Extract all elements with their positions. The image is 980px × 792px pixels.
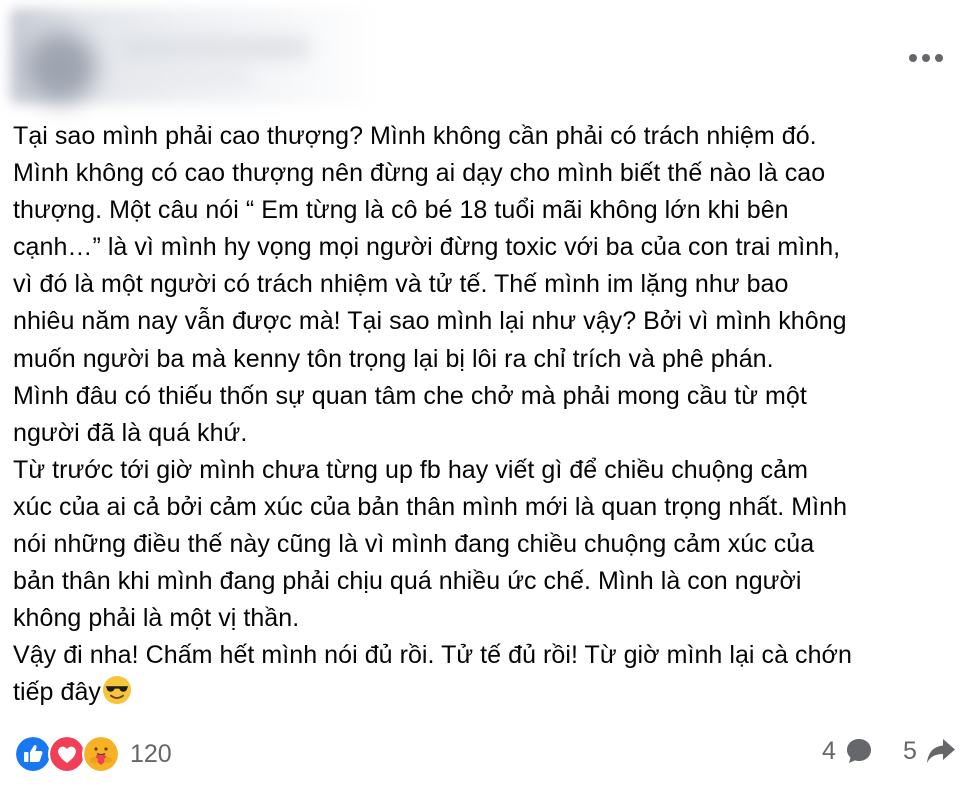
like-icon — [14, 735, 52, 773]
comment-count: 4 — [822, 736, 836, 765]
post-header — [0, 0, 980, 110]
post-line: bản thân khi mình đang phải chịu quá nhi… — [13, 567, 802, 596]
blurred-author-info — [10, 8, 380, 104]
post-line: Mình đâu có thiếu thốn sự quan tâm che c… — [13, 381, 807, 410]
post-footer: 120 4 5 — [0, 730, 980, 780]
sunglasses-emoji-icon — [102, 676, 132, 705]
post-line: xúc của ai cả bởi cảm xúc của bản thân m… — [13, 492, 848, 521]
post-timestamp-redacted — [120, 70, 250, 84]
post-line: cạnh…” là vì mình hy vọng mọi người đừng… — [13, 233, 841, 262]
comment-bubble-icon — [846, 739, 871, 763]
post-line: người đã là quá khứ. — [13, 418, 248, 447]
ellipsis-horizontal-icon — [909, 54, 917, 62]
post-line: Tại sao mình phải cao thượng? Mình không… — [13, 122, 817, 150]
share-arrow-icon — [926, 739, 955, 763]
comments-count-button[interactable]: 4 — [822, 736, 874, 766]
post-line: tiếp đây — [13, 678, 101, 707]
author-name-redacted[interactable] — [120, 38, 310, 58]
post-line: Từ trước tới giờ mình chưa từng up fb ha… — [13, 455, 808, 484]
reactions-summary[interactable]: 120 — [14, 734, 172, 774]
post-line: nhiêu năm nay vẫn được mà! Tại sao mình … — [13, 307, 847, 336]
post-line: không phải là một vị thần. — [13, 604, 300, 633]
post-line: nói những điều thế này cũng là vì mình đ… — [13, 530, 815, 559]
post-line: Mình không có cao thượng nên đừng ai dạy… — [13, 159, 826, 188]
love-icon — [48, 735, 86, 773]
post-line: muốn người ba mà kenny tôn trọng lại bị … — [13, 344, 774, 373]
post-line: vì đó là một người có trách nhiệm và tử … — [13, 270, 789, 299]
post-line: thượng. Một câu nói “ Em từng là cô bé 1… — [13, 196, 789, 225]
ellipsis-dot — [935, 54, 943, 62]
post-line: Vậy đi nha! Chấm hết mình nói đủ rồi. Tử… — [13, 641, 852, 670]
share-count: 5 — [903, 736, 917, 765]
post-last-line: tiếp đây — [13, 674, 971, 711]
shares-count-button[interactable]: 5 — [903, 736, 957, 766]
post-text: Tại sao mình phải cao thượng? Mình không… — [13, 118, 971, 712]
ellipsis-dot — [922, 54, 930, 62]
more-options-button[interactable] — [900, 40, 952, 76]
avatar[interactable] — [26, 32, 96, 102]
care-icon — [82, 735, 120, 773]
reaction-count: 120 — [130, 739, 172, 768]
